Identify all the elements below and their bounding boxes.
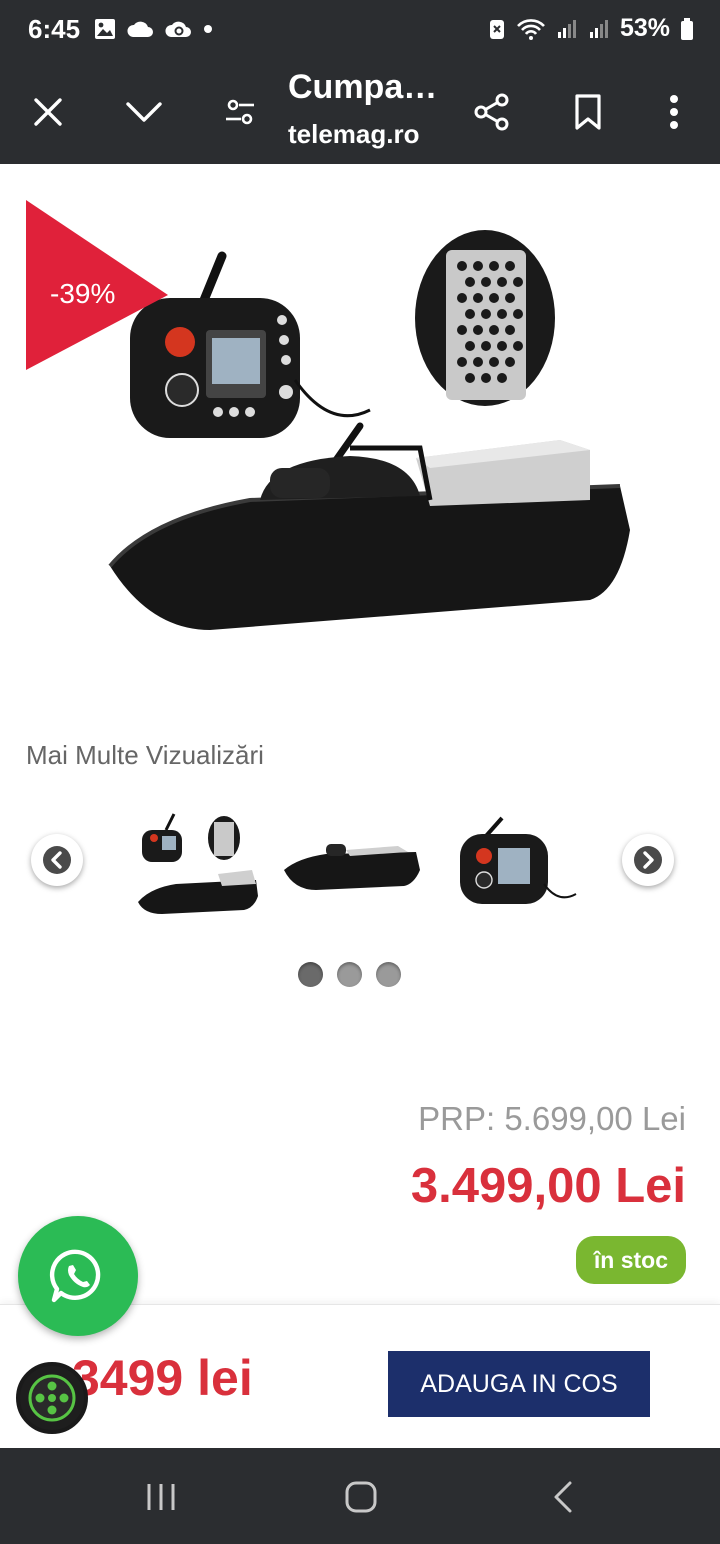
- assistant-icon: [28, 1374, 76, 1422]
- thumbnail-remote[interactable]: [440, 800, 586, 920]
- stock-badge: în stoc: [575, 1236, 686, 1284]
- back-icon: [554, 1481, 572, 1513]
- signal-icon: [557, 19, 576, 38]
- recent-apps-button[interactable]: [136, 1472, 186, 1522]
- page-title-area[interactable]: Cumpa… telemag.ro: [288, 66, 448, 152]
- more-views-heading: Mai Multe Vizualizări: [26, 740, 264, 770]
- minimize-button[interactable]: [116, 84, 172, 140]
- share-button[interactable]: [464, 84, 520, 140]
- carousel-next-button[interactable]: [622, 834, 674, 886]
- sticky-price: 3499 lei: [72, 1350, 253, 1406]
- pagination-dot[interactable]: [337, 962, 362, 987]
- wifi-icon: [517, 18, 545, 40]
- browser-toolbar: Cumpa… telemag.ro: [0, 62, 720, 164]
- page-title: Cumpa…: [288, 68, 438, 106]
- add-to-cart-button[interactable]: ADAUGA IN COS: [388, 1351, 650, 1417]
- notification-icons: [94, 18, 214, 40]
- gallery-icon: [95, 19, 115, 39]
- pagination-dot[interactable]: [376, 962, 401, 987]
- page-domain: telemag.ro: [288, 119, 420, 149]
- close-button[interactable]: [20, 84, 76, 140]
- product-image[interactable]: [90, 200, 650, 670]
- tune-icon: [226, 99, 254, 125]
- carousel-prev-button[interactable]: [31, 834, 83, 886]
- chevron-left-icon: [43, 846, 71, 874]
- bookmark-icon: [575, 94, 601, 130]
- close-icon: [34, 98, 62, 126]
- chevron-down-icon: [126, 102, 162, 122]
- page-settings-button[interactable]: [212, 84, 268, 140]
- notification-dot-icon: [204, 25, 212, 33]
- system-icons: 53%: [488, 14, 694, 43]
- discount-label: -39%: [50, 278, 116, 309]
- pagination-dot[interactable]: [298, 962, 323, 987]
- cloud-icon: [127, 21, 153, 37]
- status-bar: 6:45 53%: [0, 0, 720, 62]
- product-price: 3.499,00 Lei: [410, 1159, 686, 1213]
- system-nav-bar: [0, 1448, 720, 1544]
- cloud-sync-icon: [165, 21, 191, 37]
- nfc-icon: [489, 19, 504, 39]
- carousel-pagination: [298, 962, 401, 987]
- recommended-price: PRP: 5.699,00 Lei: [418, 1100, 686, 1137]
- battery-percent: 53%: [619, 14, 670, 42]
- thumbnail-boat-remote[interactable]: [126, 800, 272, 920]
- whatsapp-icon: [49, 1249, 101, 1303]
- chevron-right-icon: [634, 846, 662, 874]
- thumbnail-boat[interactable]: [280, 800, 426, 920]
- assistant-bubble[interactable]: [16, 1362, 88, 1434]
- share-icon: [474, 93, 509, 131]
- back-button[interactable]: [538, 1472, 588, 1522]
- status-time: 6:45: [28, 14, 81, 44]
- home-button[interactable]: [336, 1472, 386, 1522]
- recents-icon: [147, 1484, 175, 1510]
- whatsapp-button[interactable]: [18, 1216, 138, 1336]
- home-icon: [345, 1481, 377, 1513]
- battery-icon: [681, 17, 693, 40]
- bookmark-button[interactable]: [560, 84, 616, 140]
- more-options-button[interactable]: [646, 84, 702, 140]
- signal-icon-2: [589, 19, 608, 38]
- more-vert-icon: [670, 95, 678, 129]
